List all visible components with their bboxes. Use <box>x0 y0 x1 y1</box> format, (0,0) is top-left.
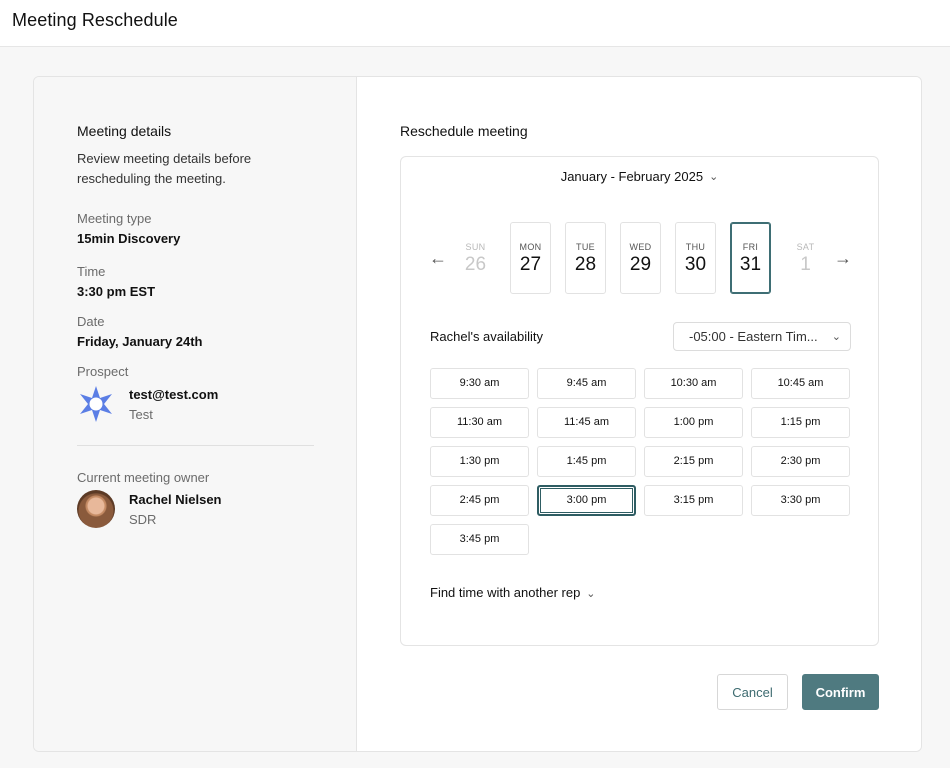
day-number: 31 <box>739 254 762 275</box>
time-slot[interactable]: 2:45 pm <box>430 485 529 516</box>
avatar <box>77 490 115 528</box>
day-number: 27 <box>519 254 542 275</box>
timezone-select[interactable]: -05:00 - Eastern Tim... ⌄ <box>673 322 851 351</box>
meeting-type-label: Meeting type <box>77 211 152 226</box>
day-fri[interactable]: FRI 31 <box>730 222 771 294</box>
next-week-arrow-icon[interactable]: → <box>834 248 852 269</box>
find-another-rep-toggle[interactable]: Find time with another rep ⌄ <box>430 585 596 600</box>
day-number: 26 <box>464 254 487 275</box>
day-of-week: TUE <box>576 242 595 252</box>
reschedule-title: Reschedule meeting <box>400 123 528 139</box>
time-slot[interactable]: 10:45 am <box>751 368 850 399</box>
month-range-select[interactable]: January - February 2025 ⌄ <box>401 169 878 184</box>
day-mon[interactable]: MON 27 <box>510 222 551 294</box>
chevron-down-icon: ⌄ <box>586 588 596 600</box>
day-wed[interactable]: WED 29 <box>620 222 661 294</box>
day-of-week: FRI <box>742 242 759 252</box>
top-bar: Meeting Reschedule <box>0 0 950 47</box>
page-title: Meeting Reschedule <box>12 10 178 30</box>
time-slot[interactable]: 3:45 pm <box>430 524 529 555</box>
time-slot[interactable]: 11:30 am <box>430 407 529 438</box>
owner-label: Current meeting owner <box>77 470 210 485</box>
chevron-down-icon: ⌄ <box>709 171 719 183</box>
time-slot[interactable]: 1:45 pm <box>537 446 636 477</box>
day-of-week: MON <box>519 242 542 252</box>
time-slot[interactable]: 10:30 am <box>644 368 743 399</box>
time-slot[interactable]: 11:45 am <box>537 407 636 438</box>
divider <box>77 445 314 446</box>
confirm-button[interactable]: Confirm <box>802 674 879 710</box>
reschedule-pane: Reschedule meeting January - February 20… <box>357 77 921 751</box>
day-sat: SAT 1 <box>785 222 826 294</box>
time-slot[interactable]: 2:15 pm <box>644 446 743 477</box>
prospect-label: Prospect <box>77 364 129 379</box>
day-tue[interactable]: TUE 28 <box>565 222 606 294</box>
day-of-week: SAT <box>796 242 815 252</box>
owner-role: SDR <box>129 512 157 527</box>
prospect-logo-icon <box>80 386 112 422</box>
time-slot[interactable]: 9:45 am <box>537 368 636 399</box>
time-value: 3:30 pm EST <box>77 284 156 299</box>
day-of-week: SUN <box>465 242 486 252</box>
prospect-company: Test <box>129 407 153 422</box>
day-of-week: WED <box>629 242 652 252</box>
time-slot-selected[interactable]: 3:00 pm <box>537 485 636 516</box>
day-number: 30 <box>684 254 707 275</box>
details-title: Meeting details <box>77 123 172 139</box>
time-slot[interactable]: 9:30 am <box>430 368 529 399</box>
time-slot[interactable]: 3:30 pm <box>751 485 850 516</box>
details-description: Review meeting details before rescheduli… <box>77 151 252 186</box>
availability-label: Rachel's availability <box>430 329 544 344</box>
day-of-week: THU <box>685 242 706 252</box>
day-number: 29 <box>629 254 652 275</box>
day-thu[interactable]: THU 30 <box>675 222 716 294</box>
time-slot[interactable]: 1:00 pm <box>644 407 743 438</box>
time-slot[interactable]: 1:15 pm <box>751 407 850 438</box>
meeting-details-pane: Meeting details Review meeting details b… <box>34 77 357 751</box>
find-rep-label: Find time with another rep <box>430 585 581 600</box>
cancel-button[interactable]: Cancel <box>717 674 788 710</box>
month-range-label: January - February 2025 <box>560 169 704 184</box>
time-slot[interactable]: 2:30 pm <box>751 446 850 477</box>
time-label: Time <box>77 264 106 279</box>
prev-week-arrow-icon[interactable]: ← <box>429 248 447 269</box>
prospect-email: test@test.com <box>129 387 219 402</box>
timezone-value: -05:00 - Eastern Tim... <box>689 329 818 344</box>
date-label: Date <box>77 314 105 329</box>
date-value: Friday, January 24th <box>77 334 203 349</box>
chevron-down-icon: ⌄ <box>831 331 841 343</box>
reschedule-card: Meeting details Review meeting details b… <box>33 76 922 752</box>
day-number: 1 <box>800 254 811 275</box>
owner-name: Rachel Nielsen <box>129 492 222 507</box>
day-sun: SUN 26 <box>455 222 496 294</box>
scheduler-panel: January - February 2025 ⌄ ← SUN 26 MON 27… <box>400 156 879 646</box>
time-slot[interactable]: 3:15 pm <box>644 485 743 516</box>
day-number: 28 <box>574 254 597 275</box>
time-slot[interactable]: 1:30 pm <box>430 446 529 477</box>
meeting-type-value: 15min Discovery <box>77 231 181 246</box>
